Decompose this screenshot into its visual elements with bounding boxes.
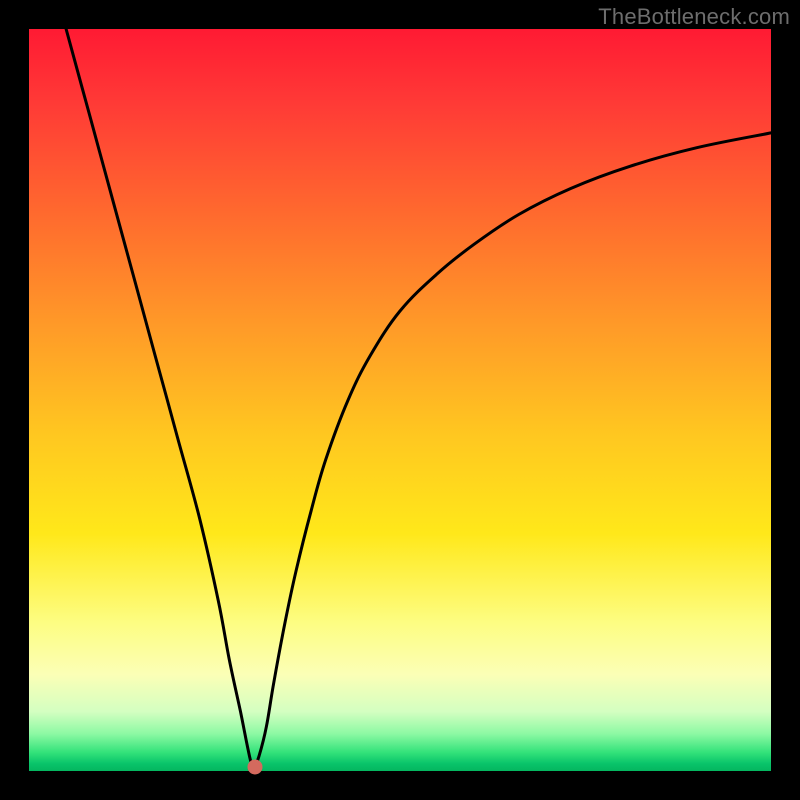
bottleneck-curve [29,29,771,771]
curve-path [66,29,771,765]
chart-area [29,29,771,771]
watermark-text: TheBottleneck.com [598,4,790,30]
optimum-marker [248,760,263,775]
